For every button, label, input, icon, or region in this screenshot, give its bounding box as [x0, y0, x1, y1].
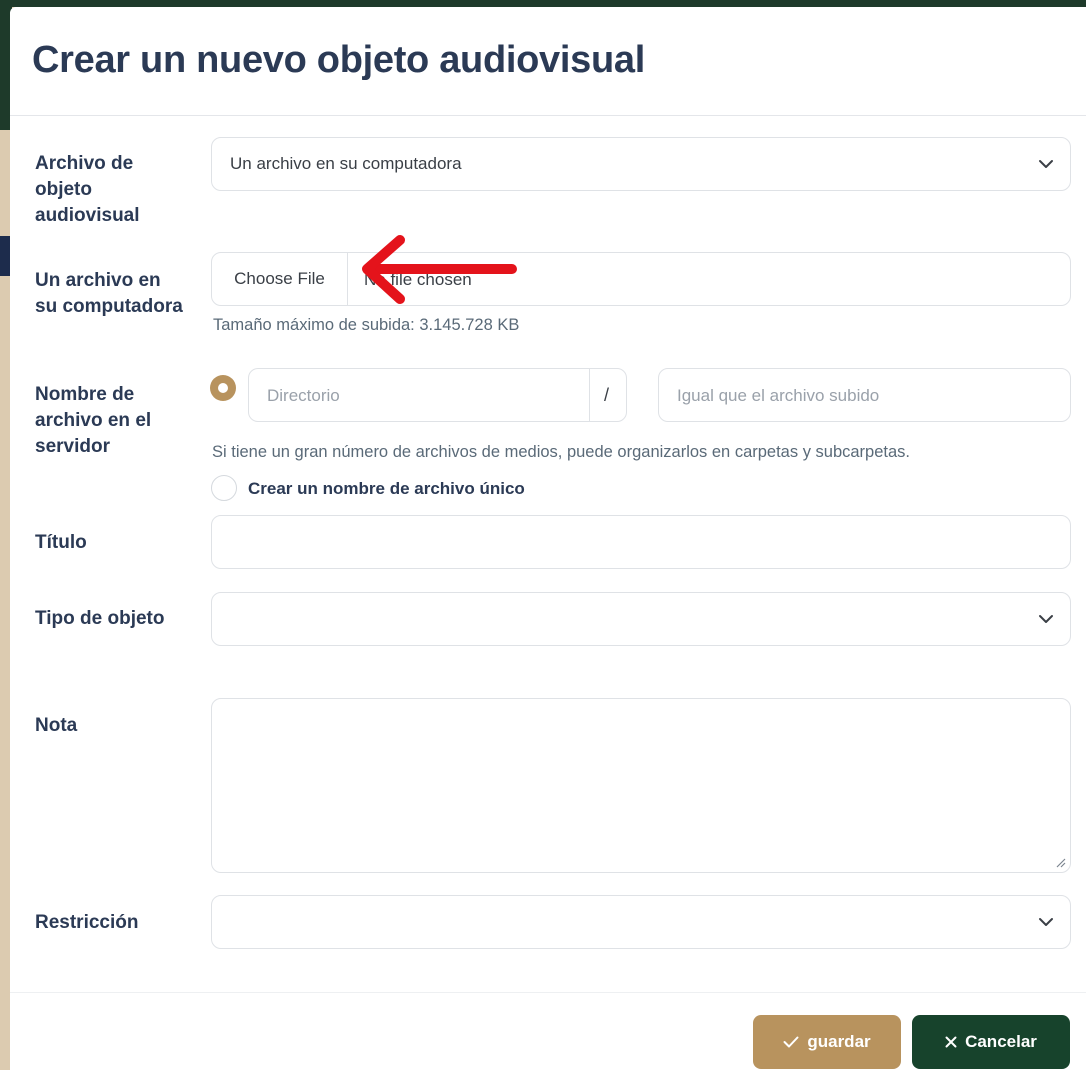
resize-handle-icon[interactable] [1054, 856, 1066, 868]
modal-header: Crear un nuevo objeto audiovisual [10, 7, 1086, 116]
titulo-input[interactable] [211, 515, 1071, 569]
nota-label: Nota [35, 715, 78, 736]
unique-name-radio[interactable] [211, 475, 237, 501]
directory-help: Si tiene un gran número de archivos de m… [212, 443, 910, 461]
file-input[interactable]: Choose File No file chosen [211, 252, 1071, 306]
server-path-radio[interactable] [210, 375, 236, 401]
close-icon [945, 1036, 957, 1048]
choose-file-button[interactable]: Choose File [212, 253, 348, 305]
upload-size-help: Tamaño máximo de subida: 3.145.728 KB [213, 316, 520, 334]
cancel-button[interactable]: Cancelar [912, 1015, 1070, 1069]
directory-placeholder: Directorio [267, 386, 340, 405]
background-topbar [0, 0, 1086, 7]
restriccion-select[interactable] [211, 895, 1071, 949]
directory-input[interactable]: Directorio / [248, 368, 627, 422]
cancel-button-label: Cancelar [965, 1032, 1037, 1051]
nota-textarea[interactable] [211, 698, 1071, 873]
archivo-select[interactable]: Un archivo en su computadora [211, 137, 1071, 191]
save-button-label: guardar [807, 1032, 871, 1051]
restriccion-label: Restricción [35, 912, 139, 933]
unique-name-label[interactable]: Crear un nombre de archivo único [248, 479, 525, 499]
tipo-label: Tipo de objeto [35, 608, 165, 629]
chevron-down-icon [1039, 615, 1053, 623]
archivo-select-value: Un archivo en su computadora [230, 154, 462, 173]
footer-divider [10, 992, 1086, 993]
chevron-down-icon [1039, 160, 1053, 168]
check-icon [783, 1036, 799, 1048]
chevron-down-icon [1039, 918, 1053, 926]
path-separator: / [604, 385, 610, 405]
titulo-label: Título [35, 532, 87, 553]
filename-input[interactable]: Igual que el archivo subido [658, 368, 1071, 422]
tipo-select[interactable] [211, 592, 1071, 646]
nombre-label: Nombre de archivo en el servidor [35, 384, 152, 457]
modal-title: Crear un nuevo objeto audiovisual [32, 39, 645, 81]
computadora-label: Un archivo en su computadora [35, 270, 183, 317]
filename-placeholder: Igual que el archivo subido [677, 386, 880, 405]
file-status: No file chosen [364, 270, 472, 289]
save-button[interactable]: guardar [753, 1015, 901, 1069]
archivo-label: Archivo de objeto audiovisual [35, 153, 140, 226]
directory-divider [589, 369, 590, 421]
modal-dialog: Crear un nuevo objeto audiovisual Archiv… [10, 7, 1086, 1070]
